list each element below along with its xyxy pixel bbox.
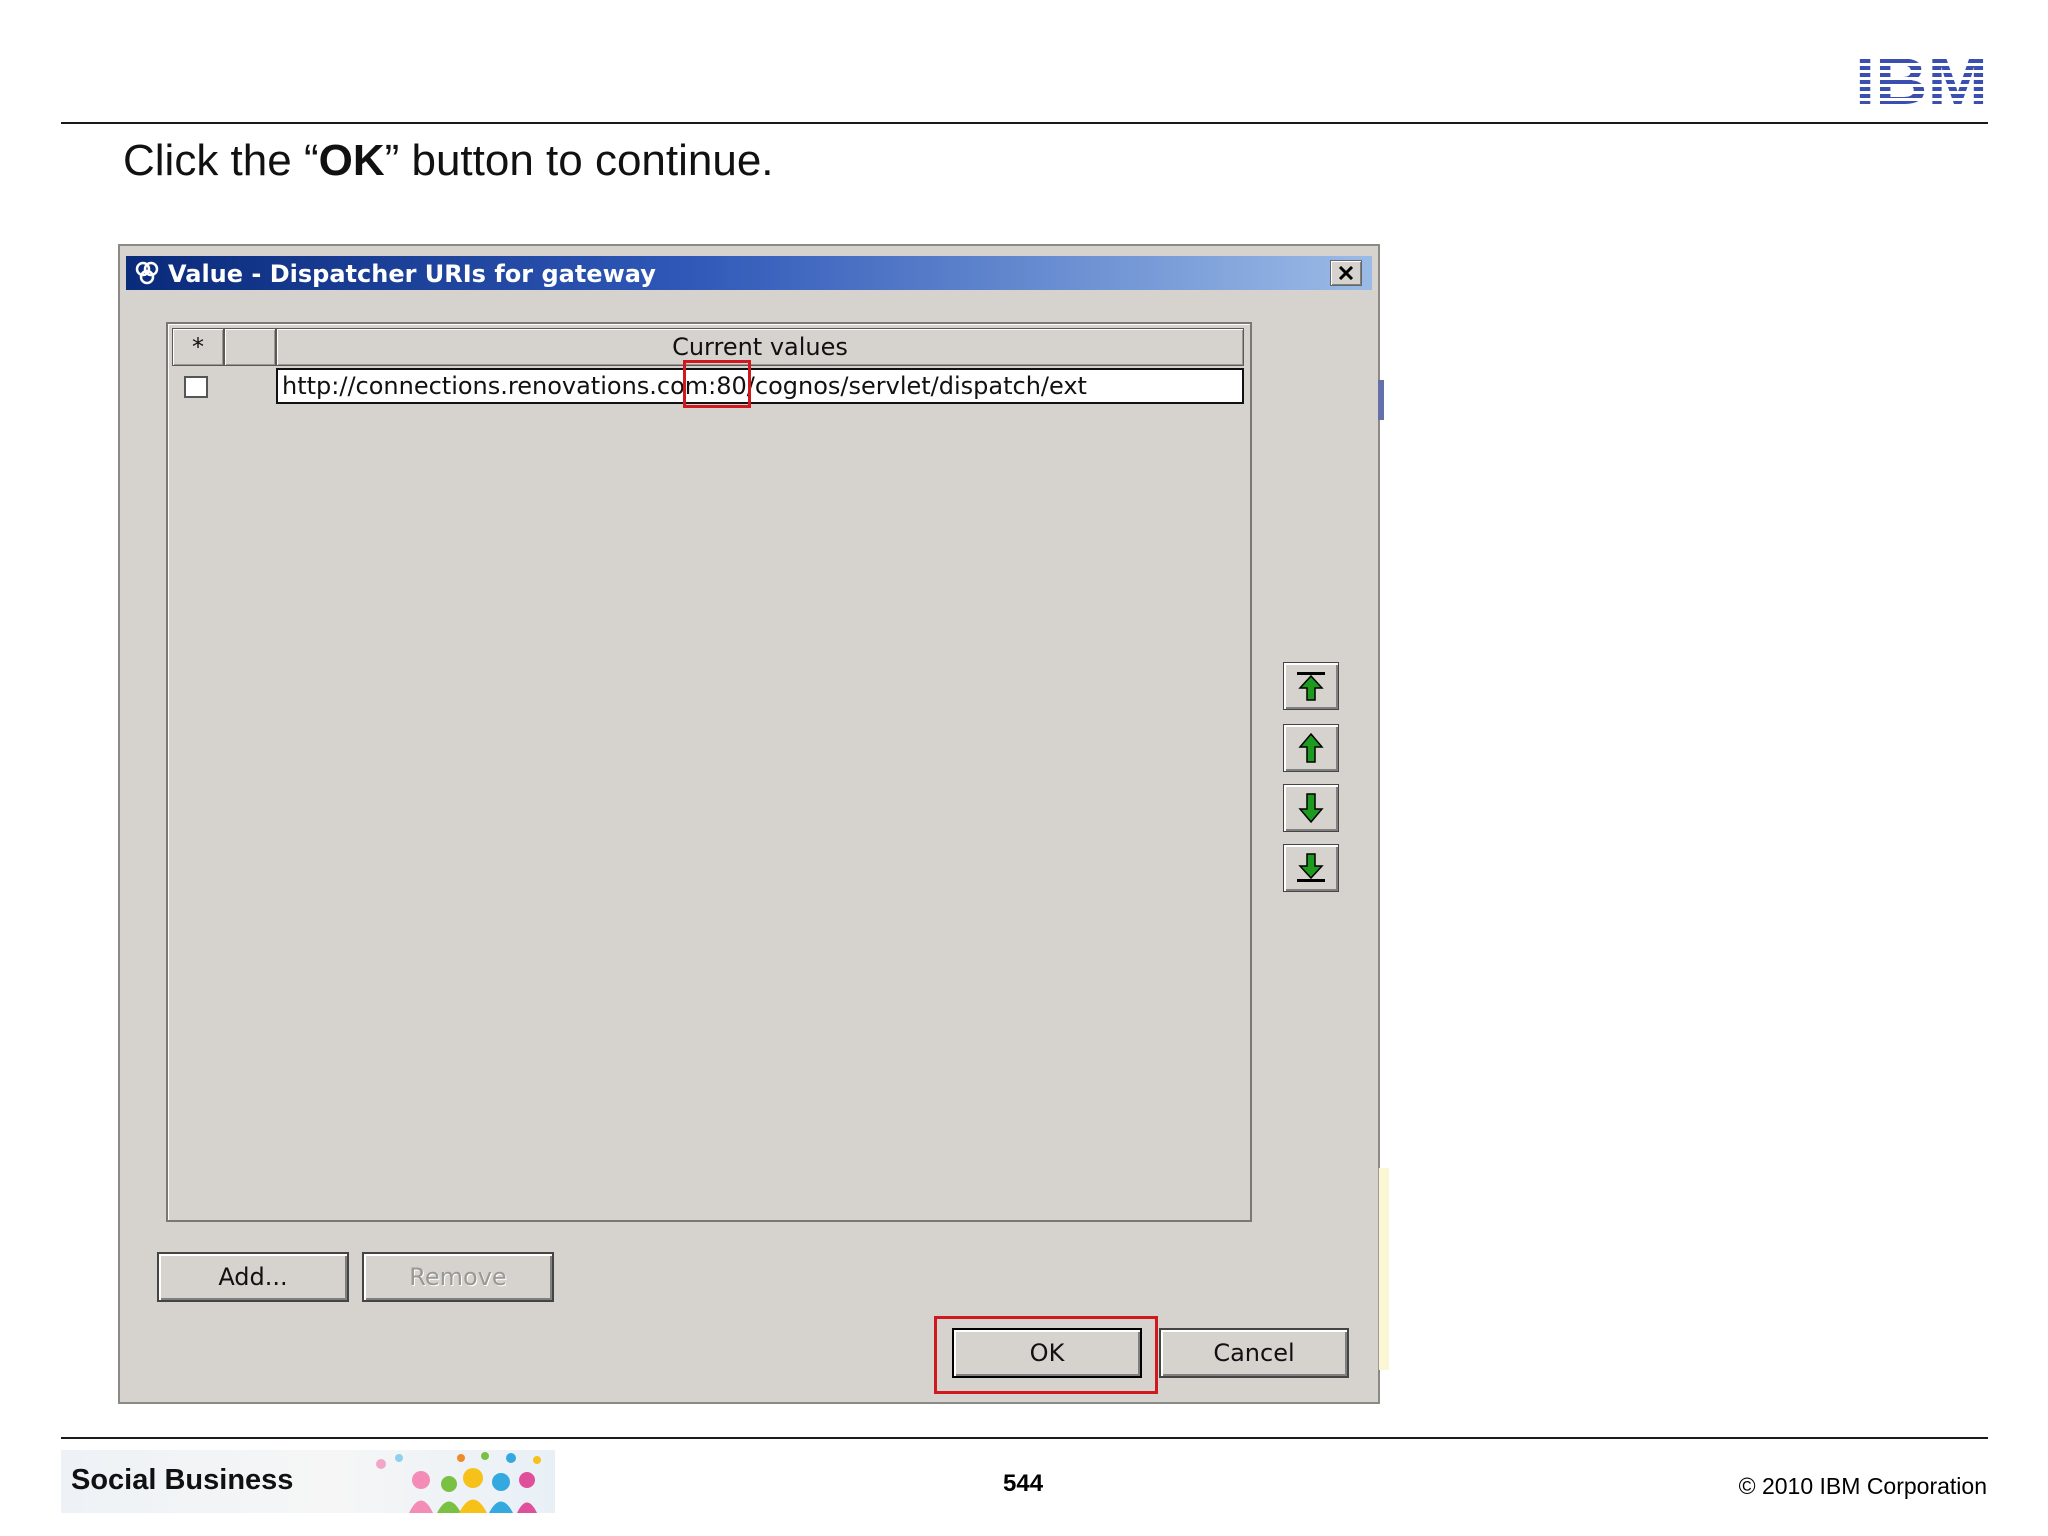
arrow-up-icon	[1298, 732, 1324, 763]
dialog-title: Value - Dispatcher URIs for gateway	[168, 260, 656, 288]
instruction-ok-emphasis: OK	[318, 136, 385, 185]
people-graphic-icon	[376, 1452, 541, 1513]
page-number: 544	[1003, 1470, 1044, 1497]
row-checkbox[interactable]	[184, 376, 208, 398]
instruction-text: Click the “OK” button to continue.	[123, 136, 774, 185]
current-values-header[interactable]: Current values	[276, 328, 1244, 366]
social-business-banner: Social Business	[61, 1450, 555, 1513]
close-icon	[1338, 266, 1354, 280]
dispatcher-uris-dialog: Value - Dispatcher URIs for gateway * Cu…	[118, 244, 1380, 1404]
arrow-top-icon	[1297, 672, 1325, 701]
ok-button[interactable]: OK	[952, 1328, 1142, 1378]
move-down-button[interactable]	[1283, 784, 1339, 832]
cancel-button[interactable]: Cancel	[1159, 1328, 1349, 1378]
close-button[interactable]	[1330, 260, 1362, 286]
dialog-titlebar[interactable]: Value - Dispatcher URIs for gateway	[126, 256, 1372, 290]
table-row-select	[172, 368, 224, 404]
uri-value-cell[interactable]: http://connections.renovations.com:80/co…	[276, 368, 1244, 404]
select-all-header[interactable]: *	[172, 328, 224, 366]
footer-rule	[61, 1437, 1988, 1439]
background-window-panel	[1378, 1168, 1389, 1370]
blank-header	[224, 328, 276, 366]
header-rule	[61, 122, 1988, 124]
move-to-bottom-button[interactable]	[1283, 844, 1339, 892]
ibm-logo: IBM	[1855, 50, 1988, 106]
move-up-button[interactable]	[1283, 724, 1339, 772]
table-row-blank	[224, 368, 276, 404]
port-highlight-box	[683, 360, 751, 408]
values-table: * Current values http://connections.reno…	[166, 322, 1252, 1222]
arrow-bottom-icon	[1297, 853, 1325, 882]
copyright-text: © 2010 IBM Corporation	[1738, 1473, 1987, 1499]
background-window-edge	[1378, 380, 1384, 420]
add-button[interactable]: Add...	[157, 1252, 349, 1302]
move-to-top-button[interactable]	[1283, 662, 1339, 710]
arrow-down-icon	[1298, 793, 1324, 824]
cognos-icon	[135, 261, 159, 285]
remove-button[interactable]: Remove	[362, 1252, 554, 1302]
footer-brand: Social Business	[71, 1464, 294, 1496]
